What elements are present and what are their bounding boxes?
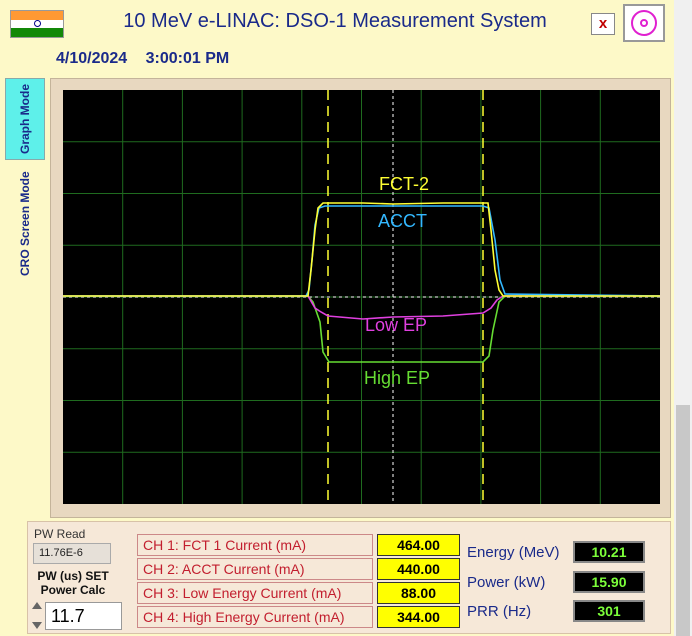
ch4-value: 344.00 (377, 606, 460, 628)
pw-read-value: 11.76E-6 (33, 543, 111, 564)
datetime: 4/10/2024 3:00:01 PM (56, 50, 243, 68)
spin-down-icon[interactable] (32, 622, 42, 629)
tab-cro-screen-mode[interactable]: CRO Screen Mode (5, 164, 45, 284)
power-calc-text: Power Calc (40, 583, 106, 597)
energy-value: 10.21 (573, 541, 645, 563)
india-flag-icon (10, 10, 64, 38)
ch1-label: CH 1: FCT 1 Current (mA) (137, 534, 373, 556)
trace-label-acct: ACCT (378, 211, 427, 231)
ch2-value: 440.00 (377, 558, 460, 580)
time-text: 3:00:01 PM (145, 50, 230, 67)
ch2-label: CH 2: ACCT Current (mA) (137, 558, 373, 580)
scope-plot (63, 90, 660, 504)
pw-read-label: PW Read (34, 527, 86, 541)
date-text: 4/10/2024 (56, 50, 128, 67)
ch4-label: CH 4: High Energy Current (mA) (137, 606, 373, 628)
ch1-value: 464.00 (377, 534, 460, 556)
trace-label-low-ep: Low EP (365, 315, 428, 335)
pw-set-label: PW (us) SET Power Calc (30, 569, 116, 597)
tab-graph-mode[interactable]: Graph Mode (5, 78, 45, 160)
scrollbar-thumb[interactable] (676, 405, 690, 636)
close-button[interactable]: x (591, 13, 615, 35)
power-value: 15.90 (573, 571, 645, 593)
window-title: 10 MeV e-LINAC: DSO-1 Measurement System (123, 10, 547, 32)
spin-up-icon[interactable] (32, 602, 42, 609)
pw-spinner[interactable] (30, 600, 44, 632)
pw-set-text: PW (us) SET (37, 569, 109, 583)
trace-label-fct-2: FCT-2 (379, 174, 430, 194)
app-window: 10 MeV e-LINAC: DSO-1 Measurement System… (0, 0, 674, 636)
mode-tabs: Graph Mode CRO Screen Mode (5, 78, 45, 288)
pw-set-input[interactable] (45, 602, 122, 630)
prr-label: PRR (Hz) (467, 603, 532, 620)
power-icon[interactable] (623, 4, 665, 42)
trace-label-high-ep: High EP (364, 368, 431, 388)
ch3-value: 88.00 (377, 582, 460, 604)
prr-value: 301 (573, 600, 645, 622)
energy-label: Energy (MeV) (467, 544, 560, 561)
power-label: Power (kW) (467, 574, 546, 591)
ch3-label: CH 3: Low Energy Current (mA) (137, 582, 373, 604)
oscilloscope-display: FCT-2 ACCT Low EP High EP (63, 90, 660, 504)
